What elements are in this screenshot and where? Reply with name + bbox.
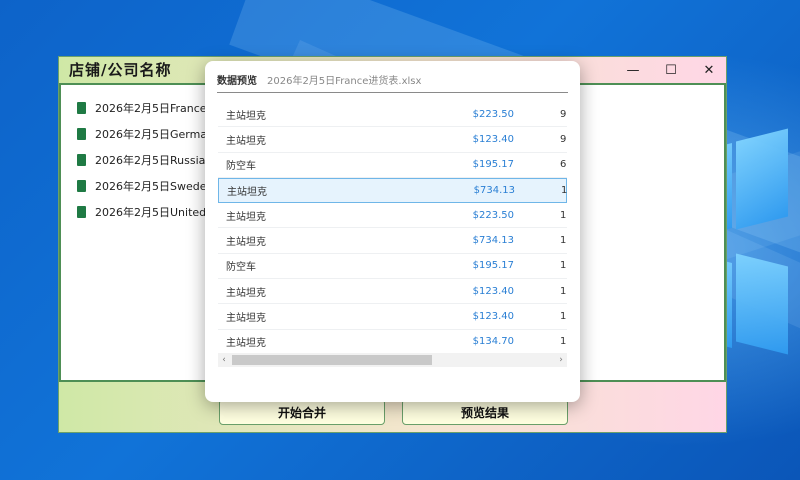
cell-name: 主站坦克 xyxy=(226,313,266,325)
scroll-left-icon[interactable]: ‹ xyxy=(218,353,230,367)
file-item[interactable]: 2026年2月5日Russia进货表.xlsx xyxy=(77,147,207,173)
excel-file-icon xyxy=(77,128,86,140)
data-preview-popup: 数据预览 2026年2月5日France进货表.xlsx 主站坦克 $223.50… xyxy=(205,61,580,402)
cell-quantity: 6 xyxy=(560,159,567,171)
file-item[interactable]: 2026年2月5日Sweden进货表.xlsx xyxy=(77,173,207,199)
cell-price: $223.50 xyxy=(472,209,514,221)
cell-price: $123.40 xyxy=(472,311,514,323)
cell-price: $123.40 xyxy=(472,285,514,297)
cell-price: $734.13 xyxy=(473,185,515,197)
table-row[interactable]: 主站坦克 $123.40 9 xyxy=(218,127,567,153)
cell-price: $134.70 xyxy=(472,336,514,348)
popup-filename: 2026年2月5日France进货表.xlsx xyxy=(267,76,422,87)
cell-name: 主站坦克 xyxy=(226,211,266,223)
table-row[interactable]: 防空车 $195.17 1 xyxy=(218,254,567,280)
file-name: 2026年2月5日Sweden进货表.xlsx xyxy=(95,180,207,193)
cell-quantity: 1 xyxy=(560,336,567,348)
cell-price: $195.17 xyxy=(472,260,514,272)
cell-name: 主站坦克 xyxy=(227,187,267,199)
cell-quantity: 1( xyxy=(561,185,567,197)
preview-result-button[interactable]: 预览结果 xyxy=(402,399,568,425)
file-list: 2026年2月5日France进货表.xlsx 2026年2月5日Germany… xyxy=(77,95,207,225)
cell-quantity: 1· xyxy=(560,209,567,221)
cell-price: $223.50 xyxy=(472,108,514,120)
file-name: 2026年2月5日UnitedKingdom进货表.xlsx xyxy=(95,206,207,219)
cell-name: 主站坦克 xyxy=(226,338,266,350)
cell-price: $734.13 xyxy=(472,235,514,247)
preview-table[interactable]: 主站坦克 $223.50 9 主站坦克 $123.40 9 防空车 $195.17 6 主站坦克 $… xyxy=(218,102,567,352)
cell-name: 防空车 xyxy=(226,161,256,173)
table-row[interactable]: 主站坦克 $123.40 1 xyxy=(218,304,567,330)
close-button[interactable]: ✕ xyxy=(690,57,728,83)
excel-file-icon xyxy=(77,102,86,114)
excel-file-icon xyxy=(77,154,86,166)
cell-name: 主站坦克 xyxy=(226,110,266,122)
file-name: 2026年2月5日Germany进货表.xlsx xyxy=(95,128,207,141)
popup-title: 数据预览 xyxy=(217,76,257,87)
cell-quantity: 1· xyxy=(560,285,567,297)
table-row[interactable]: 主站坦克 $223.50 1· xyxy=(218,203,567,229)
excel-file-icon xyxy=(77,180,86,192)
table-row[interactable]: 主站坦克 $734.13 1( xyxy=(218,177,567,204)
table-row[interactable]: 主站坦克 $134.70 1 xyxy=(218,330,567,352)
file-item[interactable]: 2026年2月5日Germany进货表.xlsx xyxy=(77,121,207,147)
minimize-button[interactable]: — xyxy=(614,57,652,83)
cell-price: $123.40 xyxy=(472,133,514,145)
cell-quantity: 9 xyxy=(560,133,567,145)
file-item[interactable]: 2026年2月5日UnitedKingdom进货表.xlsx xyxy=(77,199,207,225)
cell-quantity: 1 xyxy=(560,260,567,272)
cell-quantity: 9 xyxy=(560,108,567,120)
horizontal-scrollbar[interactable]: ‹ › xyxy=(218,353,567,367)
cell-quantity: 1 xyxy=(560,235,567,247)
maximize-button[interactable]: ☐ xyxy=(652,57,690,83)
excel-file-icon xyxy=(77,206,86,218)
file-name: 2026年2月5日France进货表.xlsx xyxy=(95,102,207,115)
scrollbar-thumb[interactable] xyxy=(232,355,432,365)
cell-name: 主站坦克 xyxy=(226,287,266,299)
scroll-right-icon[interactable]: › xyxy=(555,353,567,367)
cell-name: 主站坦克 xyxy=(226,237,266,249)
app-title: 店铺/公司名称 xyxy=(69,61,172,79)
start-merge-button[interactable]: 开始合并 xyxy=(219,399,385,425)
cell-name: 主站坦克 xyxy=(226,135,266,147)
cell-quantity: 1 xyxy=(560,311,567,323)
table-row[interactable]: 防空车 $195.17 6 xyxy=(218,153,567,178)
table-row[interactable]: 主站坦克 $123.40 1· xyxy=(218,279,567,305)
file-item[interactable]: 2026年2月5日France进货表.xlsx xyxy=(77,95,207,121)
popup-header: 数据预览 2026年2月5日France进货表.xlsx xyxy=(217,67,568,93)
table-row[interactable]: 主站坦克 $223.50 9 xyxy=(218,102,567,128)
table-row[interactable]: 主站坦克 $734.13 1 xyxy=(218,228,567,254)
file-name: 2026年2月5日Russia进货表.xlsx xyxy=(95,154,207,167)
cell-name: 防空车 xyxy=(226,262,256,274)
cell-price: $195.17 xyxy=(472,159,514,171)
